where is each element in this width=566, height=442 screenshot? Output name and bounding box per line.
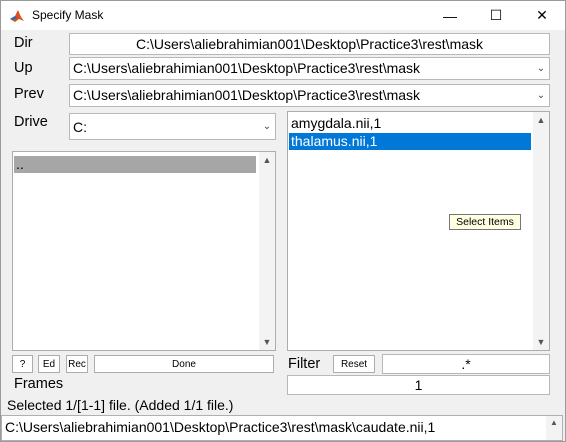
- prev-dropdown[interactable]: C:\Users\aliebrahimian001\Desktop\Practi…: [69, 84, 550, 107]
- file-list[interactable]: amygdala.nii,1 thalamus.nii,1 ▲ ▼: [287, 111, 550, 351]
- drive-dropdown[interactable]: C: ⌄: [69, 113, 276, 140]
- help-button[interactable]: ?: [12, 355, 33, 373]
- list-item-selected[interactable]: thalamus.nii,1: [289, 133, 531, 150]
- done-button[interactable]: Done: [94, 355, 274, 373]
- selected-files-box[interactable]: C:\Users\aliebrahimian001\Desktop\Practi…: [1, 415, 563, 441]
- scroll-down-icon[interactable]: ▼: [533, 334, 549, 350]
- dir-value: C:\Users\aliebrahimian001\Desktop\Practi…: [135, 36, 484, 52]
- file-item-label: thalamus.nii,1: [291, 133, 378, 149]
- window-title: Specify Mask: [32, 8, 104, 22]
- minimize-icon: —: [443, 7, 457, 24]
- up-dropdown[interactable]: C:\Users\aliebrahimian001\Desktop\Practi…: [69, 57, 550, 80]
- chevron-down-icon: ⌄: [533, 85, 549, 106]
- dir-field[interactable]: C:\Users\aliebrahimian001\Desktop\Practi…: [69, 33, 550, 55]
- minimize-button[interactable]: —: [427, 1, 473, 30]
- close-button[interactable]: ✕: [519, 1, 565, 30]
- vertical-scrollbar[interactable]: ▲: [546, 416, 562, 440]
- recursive-button[interactable]: Rec: [66, 355, 88, 373]
- edit-button[interactable]: Ed: [38, 355, 60, 373]
- parent-dir-item: ..: [16, 156, 24, 172]
- prev-value: C:\Users\aliebrahimian001\Desktop\Practi…: [73, 87, 421, 103]
- drive-value: C:: [73, 119, 87, 135]
- list-item[interactable]: ..: [14, 156, 256, 173]
- up-label: Up: [14, 60, 33, 76]
- chevron-down-icon: ⌄: [533, 58, 549, 79]
- close-icon: ✕: [536, 7, 548, 23]
- recursive-label: Rec: [68, 358, 86, 370]
- chevron-down-icon: ⌄: [259, 114, 275, 139]
- drive-label: Drive: [14, 114, 48, 130]
- vertical-scrollbar[interactable]: ▲ ▼: [533, 112, 549, 350]
- scroll-up-icon[interactable]: ▲: [533, 112, 549, 128]
- scroll-down-icon[interactable]: ▼: [259, 334, 275, 350]
- prev-label: Prev: [14, 86, 44, 102]
- edit-label: Ed: [42, 358, 56, 370]
- directory-list[interactable]: .. ▲ ▼: [12, 151, 276, 351]
- vertical-scrollbar[interactable]: ▲ ▼: [259, 152, 275, 350]
- matlab-icon: [9, 8, 25, 24]
- maximize-button[interactable]: ☐: [473, 1, 519, 30]
- done-label: Done: [172, 358, 196, 370]
- maximize-icon: ☐: [489, 7, 503, 23]
- filter-value: .*: [461, 356, 471, 372]
- specify-mask-window: Specify Mask — ☐ ✕ Dir C:\Users\aliebrah…: [0, 0, 566, 442]
- help-label: ?: [19, 358, 26, 370]
- tooltip-text: Select Items: [456, 216, 514, 228]
- reset-label: Reset: [340, 358, 368, 370]
- scroll-up-icon[interactable]: ▲: [259, 152, 275, 168]
- title-bar[interactable]: Specify Mask — ☐ ✕: [1, 1, 565, 30]
- dir-label: Dir: [14, 35, 33, 51]
- frames-label: Frames: [14, 376, 64, 392]
- up-value: C:\Users\aliebrahimian001\Desktop\Practi…: [73, 60, 421, 76]
- filter-input[interactable]: .*: [382, 354, 550, 374]
- reset-button[interactable]: Reset: [333, 355, 375, 373]
- status-text: Selected 1/[1-1] file. (Added 1/1 file.): [7, 397, 234, 413]
- list-item[interactable]: amygdala.nii,1: [289, 115, 531, 132]
- filter-label: Filter: [288, 356, 321, 372]
- scroll-up-icon[interactable]: ▲: [546, 416, 562, 428]
- frames-value: 1: [414, 377, 423, 393]
- selected-file-path: C:\Users\aliebrahimian001\Desktop\Practi…: [5, 419, 436, 435]
- frames-input[interactable]: 1: [287, 375, 550, 395]
- file-item-label: amygdala.nii,1: [291, 115, 382, 131]
- tooltip: Select Items: [449, 214, 521, 230]
